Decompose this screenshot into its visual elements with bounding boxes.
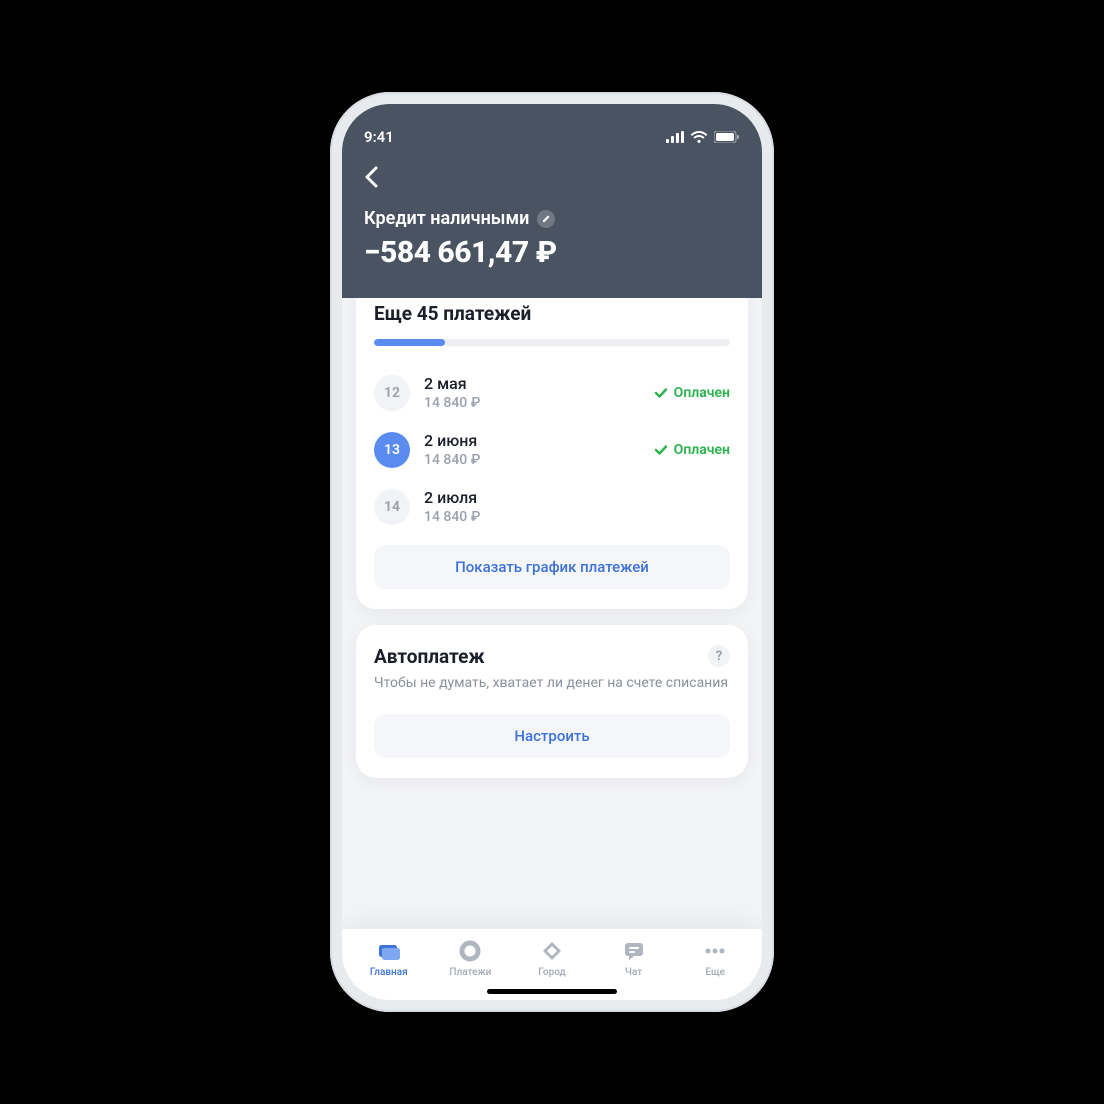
tabbar: Главная Платежи Город Чат Еще <box>342 929 762 1000</box>
payment-row[interactable]: 13 2 июня 14 840 ₽ Оплачен <box>374 421 730 478</box>
back-button[interactable] <box>364 166 378 188</box>
check-icon <box>654 443 668 457</box>
tab-label: Чат <box>625 967 642 978</box>
payments-icon <box>458 939 482 963</box>
autopay-subtitle: Чтобы не думать, хватает ли денег на сче… <box>374 674 730 694</box>
tab-label: Еще <box>705 967 725 978</box>
more-icon <box>703 939 727 963</box>
payment-number-badge: 13 <box>374 432 410 468</box>
tab-label: Город <box>538 967 566 978</box>
content[interactable]: Еще 45 платежей 122 мая14 840 ₽Оплачен13… <box>342 298 762 929</box>
payment-date: 2 июня <box>424 431 640 450</box>
tab-chat[interactable]: Чат <box>593 939 675 978</box>
show-schedule-button[interactable]: Показать график платежей <box>374 545 730 589</box>
phone-frame: 9:41 Кредит наличными −584 661,47 ₽ <box>330 92 774 1012</box>
help-icon[interactable]: ? <box>708 645 730 667</box>
chevron-left-icon <box>364 166 378 188</box>
wifi-icon <box>690 131 708 143</box>
autopay-setup-button[interactable]: Настроить <box>374 714 730 758</box>
payment-number-badge: 12 <box>374 375 410 411</box>
screen: 9:41 Кредит наличными −584 661,47 ₽ <box>342 104 762 1000</box>
payments-progress-fill <box>374 339 445 346</box>
header: 9:41 Кредит наличными −584 661,47 ₽ <box>342 104 762 298</box>
tab-label: Платежи <box>449 967 491 978</box>
payment-date: 2 мая <box>424 374 640 393</box>
payment-status: Оплачен <box>654 385 730 401</box>
check-icon <box>654 386 668 400</box>
edit-icon[interactable] <box>537 210 555 228</box>
payment-amount: 14 840 ₽ <box>424 395 640 411</box>
payment-info: 2 июля 14 840 ₽ <box>424 488 730 525</box>
battery-icon <box>714 131 740 143</box>
status-icons <box>666 131 740 143</box>
payment-info: 2 мая 14 840 ₽ <box>424 374 640 411</box>
autopay-card: Автоплатеж ? Чтобы не думать, хватает ли… <box>356 625 748 778</box>
tab-home[interactable]: Главная <box>348 939 430 978</box>
tab-more[interactable]: Еще <box>674 939 756 978</box>
payments-card: Еще 45 платежей 122 мая14 840 ₽Оплачен13… <box>356 298 748 609</box>
payments-list: 12 2 мая 14 840 ₽ Оплачен 13 2 июня 14 840 ₽ Оп… <box>374 364 730 535</box>
tab-label: Главная <box>370 967 408 978</box>
payment-number-badge: 14 <box>374 489 410 525</box>
account-title: Кредит наличными <box>364 208 529 229</box>
payments-progress <box>374 339 730 346</box>
home-icon <box>377 939 401 963</box>
payment-date: 2 июля <box>424 488 730 507</box>
autopay-title: Автоплатеж <box>374 645 485 668</box>
home-indicator[interactable] <box>487 989 617 994</box>
tab-payments[interactable]: Платежи <box>430 939 512 978</box>
account-balance: −584 661,47 ₽ <box>364 229 740 298</box>
tab-city[interactable]: Город <box>511 939 593 978</box>
chat-icon <box>622 939 646 963</box>
payment-amount: 14 840 ₽ <box>424 509 730 525</box>
payment-info: 2 июня 14 840 ₽ <box>424 431 640 468</box>
status-bar: 9:41 <box>364 122 740 152</box>
status-time: 9:41 <box>364 128 394 146</box>
payment-row[interactable]: 12 2 мая 14 840 ₽ Оплачен <box>374 364 730 421</box>
payment-amount: 14 840 ₽ <box>424 452 640 468</box>
signal-icon <box>666 131 684 143</box>
payment-status: Оплачен <box>654 442 730 458</box>
city-icon <box>540 939 564 963</box>
payments-card-title: Еще 45 платежей <box>374 302 730 325</box>
payment-row[interactable]: 14 2 июля 14 840 ₽ <box>374 478 730 535</box>
